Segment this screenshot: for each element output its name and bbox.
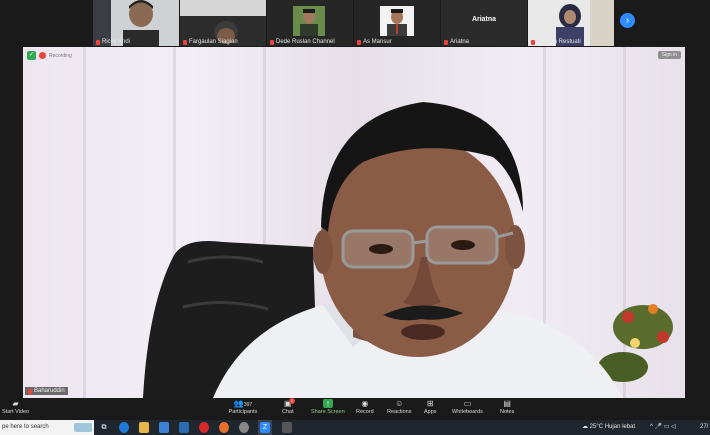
- mic-muted-icon: [28, 388, 32, 394]
- weather-cloud-icon: ☁: [582, 424, 588, 430]
- volume-icon: ◁: [671, 424, 676, 430]
- whiteboards-button[interactable]: ▭ Whiteboards: [452, 399, 483, 415]
- meeting-status-row: ✓ Recording: [27, 51, 72, 60]
- task-view-icon[interactable]: ⧉: [99, 422, 109, 433]
- share-screen-icon: ↑: [322, 399, 333, 408]
- search-highlight-icon: [74, 423, 92, 432]
- start-video-button[interactable]: ▰ Start Video: [2, 399, 29, 415]
- apps-label: Apps: [424, 409, 437, 415]
- weather-widget[interactable]: ☁ 25°C Hujan lebat: [582, 420, 635, 435]
- temperature: 25°C: [589, 424, 604, 430]
- participant-name: Ricky Andi: [102, 39, 131, 45]
- notes-label: Notes: [500, 409, 515, 415]
- participant-name: Dede Ruslan Channel: [276, 39, 335, 45]
- network-icon: ▭: [663, 424, 670, 430]
- whiteboard-icon: ▭: [463, 399, 472, 408]
- file-explorer-icon[interactable]: [139, 422, 149, 433]
- chat-badge: 1: [289, 398, 295, 404]
- mail-icon[interactable]: [179, 422, 189, 433]
- speaker-name: Baharuddin: [34, 388, 65, 394]
- notes-icon: ▤: [503, 399, 511, 408]
- chat-label: Chat: [282, 409, 294, 415]
- next-page-button[interactable]: ›: [620, 13, 635, 28]
- apps-button[interactable]: ⊞ Apps: [424, 399, 437, 415]
- share-screen-label: Share Screen: [311, 409, 345, 415]
- participant-name: Ariatna: [450, 39, 470, 45]
- recording-icon: [39, 52, 46, 59]
- windows-taskbar: pe here to search ⧉ Z ☁ 25°C Hujan lebat…: [0, 420, 710, 435]
- record-button[interactable]: ◉ Record: [356, 399, 374, 415]
- search-placeholder: pe here to search: [2, 424, 49, 430]
- usb-icon[interactable]: [282, 422, 292, 433]
- reactions-icon: ☺: [395, 399, 404, 408]
- store-icon[interactable]: [159, 422, 169, 433]
- participant-center-label: Ariatna: [471, 16, 497, 23]
- taskbar-search[interactable]: pe here to search: [0, 420, 94, 435]
- main-video: ✓ Recording Sign in Baharuddin: [23, 47, 685, 398]
- participant-strip: Ricky Andi Fargaulan Siagian Dede Ruslan…: [0, 0, 710, 47]
- mic-muted-icon: [183, 39, 187, 45]
- mic-muted-icon: [357, 39, 361, 45]
- apps-icon: ⊞: [426, 399, 434, 408]
- participant-tile[interactable]: Ricky Andi: [93, 0, 179, 46]
- recording-label: Recording: [49, 52, 72, 59]
- mic-muted-icon: [96, 39, 100, 45]
- clock[interactable]: 27/: [700, 420, 708, 435]
- shield-icon[interactable]: ✓: [27, 51, 36, 60]
- app-icon[interactable]: [239, 422, 249, 433]
- chevron-up-icon: ^: [650, 424, 653, 430]
- participant-name: As Mansur: [363, 39, 392, 45]
- weather-text: Hujan lebat: [604, 424, 636, 430]
- reactions-label: Reactions: [387, 409, 412, 415]
- opera-icon[interactable]: [199, 422, 209, 433]
- system-tray[interactable]: ^ 🎤 ▭ ◁: [650, 420, 676, 435]
- share-screen-button[interactable]: ↑ Share Screen: [311, 399, 345, 415]
- participants-button[interactable]: 👥397 Participants: [228, 399, 258, 415]
- participant-tile[interactable]: As Mansur: [354, 0, 440, 46]
- participant-tile[interactable]: Fargaulan Siagian: [180, 0, 266, 46]
- participant-tile[interactable]: Ariatna Ariatna: [441, 0, 527, 46]
- chevron-right-icon: ›: [625, 15, 630, 26]
- mic-muted-icon: [531, 39, 535, 45]
- participants-icon: 👥397: [233, 399, 253, 408]
- participant-name: Martina Restuati: [537, 39, 581, 45]
- firefox-icon[interactable]: [219, 422, 229, 433]
- participants-count: 397: [243, 402, 253, 408]
- sign-in-button[interactable]: Sign in: [657, 51, 681, 59]
- speaker-name-tag: Baharuddin: [25, 387, 68, 395]
- participant-tile[interactable]: Martina Restuati: [528, 0, 614, 46]
- whiteboards-label: Whiteboards: [452, 409, 483, 415]
- record-label: Record: [356, 409, 374, 415]
- microphone-icon: 🎤: [654, 424, 662, 430]
- edge-icon[interactable]: [119, 422, 129, 433]
- start-video-label: Start Video: [2, 409, 30, 415]
- meeting-toolbar: ▰ Start Video 👥397 Participants ▣ Chat 1…: [0, 398, 710, 420]
- participant-tile[interactable]: Dede Ruslan Channel: [267, 0, 353, 46]
- mic-muted-icon: [444, 39, 448, 45]
- speaker-figure: [143, 102, 673, 398]
- participants-label: Participants: [228, 409, 258, 415]
- mic-muted-icon: [270, 39, 274, 45]
- reactions-button[interactable]: ☺ Reactions: [387, 399, 411, 415]
- participant-name: Fargaulan Siagian: [189, 39, 238, 45]
- record-icon: ◉: [361, 399, 369, 408]
- flower-decoration: [598, 304, 673, 382]
- video-off-icon: ▰: [12, 399, 19, 408]
- notes-button[interactable]: ▤ Notes: [500, 399, 514, 415]
- zoom-icon[interactable]: Z: [260, 422, 270, 433]
